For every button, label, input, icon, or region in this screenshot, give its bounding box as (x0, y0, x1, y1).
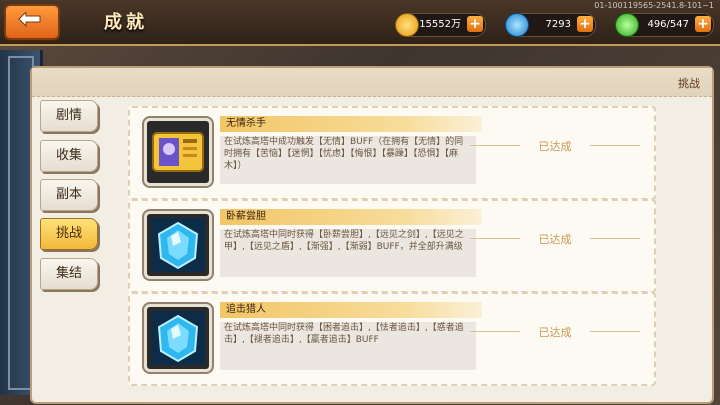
achievement-status: 已达成 (470, 138, 640, 153)
achievement-description: 在试炼高塔中同时获得【卧薪尝胆】,【远见之剑】,【远见之甲】,【远见之盾】,【渐… (220, 229, 476, 277)
crystal-icon (144, 304, 212, 372)
diamond-value: 7293 (545, 19, 571, 30)
back-button[interactable] (4, 4, 60, 40)
crystal-icon (144, 211, 212, 279)
achievement-card: 卧薪尝胆 在试炼高塔中同时获得【卧薪尝胆】,【远见之剑】,【远见之甲】,【远见之… (128, 199, 656, 293)
add-diamond-button[interactable]: + (577, 16, 593, 32)
tab-gather[interactable]: 集结 (40, 258, 98, 290)
tab-challenge[interactable]: 挑战 (40, 218, 98, 250)
build-version: 01-100119565-2541.8-101~1 (594, 1, 714, 10)
panel-header: 挑战 (32, 68, 712, 97)
panel-category-label: 挑战 (678, 77, 700, 90)
gold-value: 15552万 (419, 19, 461, 30)
tab-dungeon[interactable]: 副本 (40, 179, 98, 211)
achievement-name: 追击猎人 (220, 302, 482, 318)
achievement-status: 已达成 (470, 231, 640, 246)
tab-collect[interactable]: 收集 (40, 140, 98, 172)
achievement-description: 在试炼高塔中同时获得【困者追击】,【怯者追击】,【惑者追击】,【褪者追击】,【羸… (220, 322, 476, 370)
achievement-card: 追击猎人 在试炼高塔中同时获得【困者追击】,【怯者追击】,【惑者追击】,【褪者追… (128, 292, 656, 386)
achievement-card: 无情杀手 在试炼高塔中成功触发【无情】BUFF（在拥有【无情】的同时拥有【苦恼】… (128, 106, 656, 200)
back-arrow-icon (18, 12, 41, 28)
blue-gem-icon (505, 13, 529, 37)
stamina-value: 496/547 (647, 19, 689, 30)
achievement-description: 在试炼高塔中成功触发【无情】BUFF（在拥有【无情】的同时拥有【苦恼】【迷惘】【… (220, 136, 476, 184)
green-gem-icon (615, 13, 639, 37)
add-gold-button[interactable]: + (467, 16, 483, 32)
achievement-name: 卧薪尝胆 (220, 209, 482, 225)
coin-icon (395, 13, 419, 37)
diamond-counter: 7293 + (505, 13, 596, 37)
achievement-name: 无情杀手 (220, 116, 482, 132)
achievement-status: 已达成 (470, 324, 640, 339)
ticket-icon (144, 118, 212, 186)
top-bar: 成就 01-100119565-2541.8-101~1 15552万 + 72… (0, 0, 720, 46)
add-stamina-button[interactable]: + (695, 16, 711, 32)
page-title: 成就 (104, 12, 148, 33)
tab-story[interactable]: 剧情 (40, 100, 98, 132)
stamina-counter: 496/547 + (615, 13, 714, 37)
gold-counter: 15552万 + (395, 13, 486, 37)
